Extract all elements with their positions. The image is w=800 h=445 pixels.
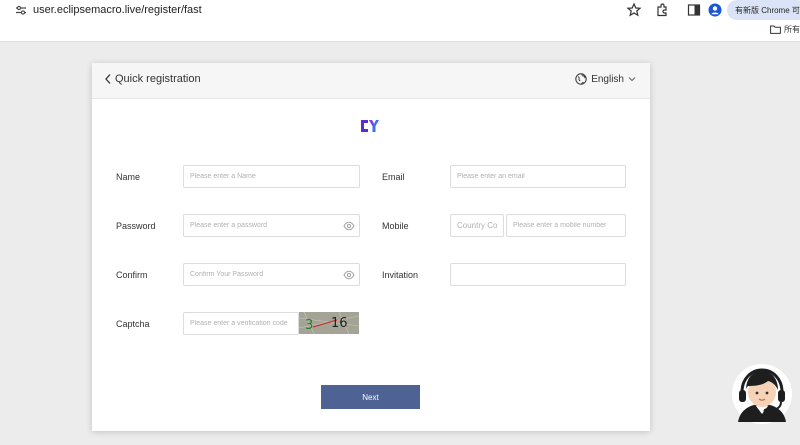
eye-icon[interactable]	[343, 270, 355, 280]
globe-icon	[575, 73, 587, 85]
page-title: Quick registration	[115, 73, 201, 85]
next-button[interactable]: Next	[321, 385, 420, 409]
invitation-label: Invitation	[382, 270, 419, 280]
browser-toolbar: user.eclipsemacro.live/register/fast 有新版…	[0, 0, 800, 20]
all-bookmarks-folder[interactable]: 所有	[770, 24, 800, 35]
language-selector[interactable]: English	[575, 73, 636, 85]
captcha-input[interactable]	[183, 312, 299, 335]
mobile-label: Mobile	[382, 221, 409, 231]
chrome-update-label: 有新版 Chrome 可用	[735, 5, 800, 15]
site-settings-icon[interactable]	[14, 3, 28, 17]
back-button[interactable]: Quick registration	[104, 73, 201, 85]
bookmarks-folder-label: 所有	[784, 25, 800, 34]
extensions-icon[interactable]	[654, 2, 670, 18]
customer-support-icon[interactable]	[730, 362, 794, 426]
chevron-left-icon	[105, 74, 111, 84]
eye-icon[interactable]	[343, 221, 355, 231]
password-label: Password	[116, 221, 156, 231]
mobile-input[interactable]	[506, 214, 626, 237]
confirm-label: Confirm	[116, 270, 148, 280]
bookmark-star-icon[interactable]	[626, 2, 642, 18]
email-label: Email	[382, 172, 405, 182]
name-input[interactable]	[183, 165, 360, 188]
name-label: Name	[116, 172, 141, 182]
country-code-input[interactable]	[450, 214, 504, 237]
language-label: English	[591, 73, 624, 85]
brand-logo	[361, 120, 379, 132]
chevron-down-icon	[628, 77, 636, 82]
confirm-password-input[interactable]	[183, 263, 360, 286]
password-input[interactable]	[183, 214, 360, 237]
captcha-label: Captcha	[116, 319, 150, 329]
captcha-image[interactable]: 3 16	[299, 312, 359, 334]
folder-icon	[770, 25, 781, 34]
card-header: Quick registration English	[92, 63, 650, 99]
side-panel-icon[interactable]	[686, 2, 702, 18]
bookmarks-bar: 所有	[0, 20, 800, 42]
registration-card: Quick registration English Name Email Pa…	[92, 63, 650, 431]
captcha-digits: 16	[331, 316, 348, 331]
chrome-update-button[interactable]: 有新版 Chrome 可用	[727, 0, 800, 20]
profile-icon[interactable]	[707, 2, 723, 18]
email-input[interactable]	[450, 165, 626, 188]
invitation-input[interactable]	[450, 263, 626, 286]
captcha-digit: 3	[305, 318, 313, 333]
address-bar-url[interactable]: user.eclipsemacro.live/register/fast	[33, 3, 202, 17]
